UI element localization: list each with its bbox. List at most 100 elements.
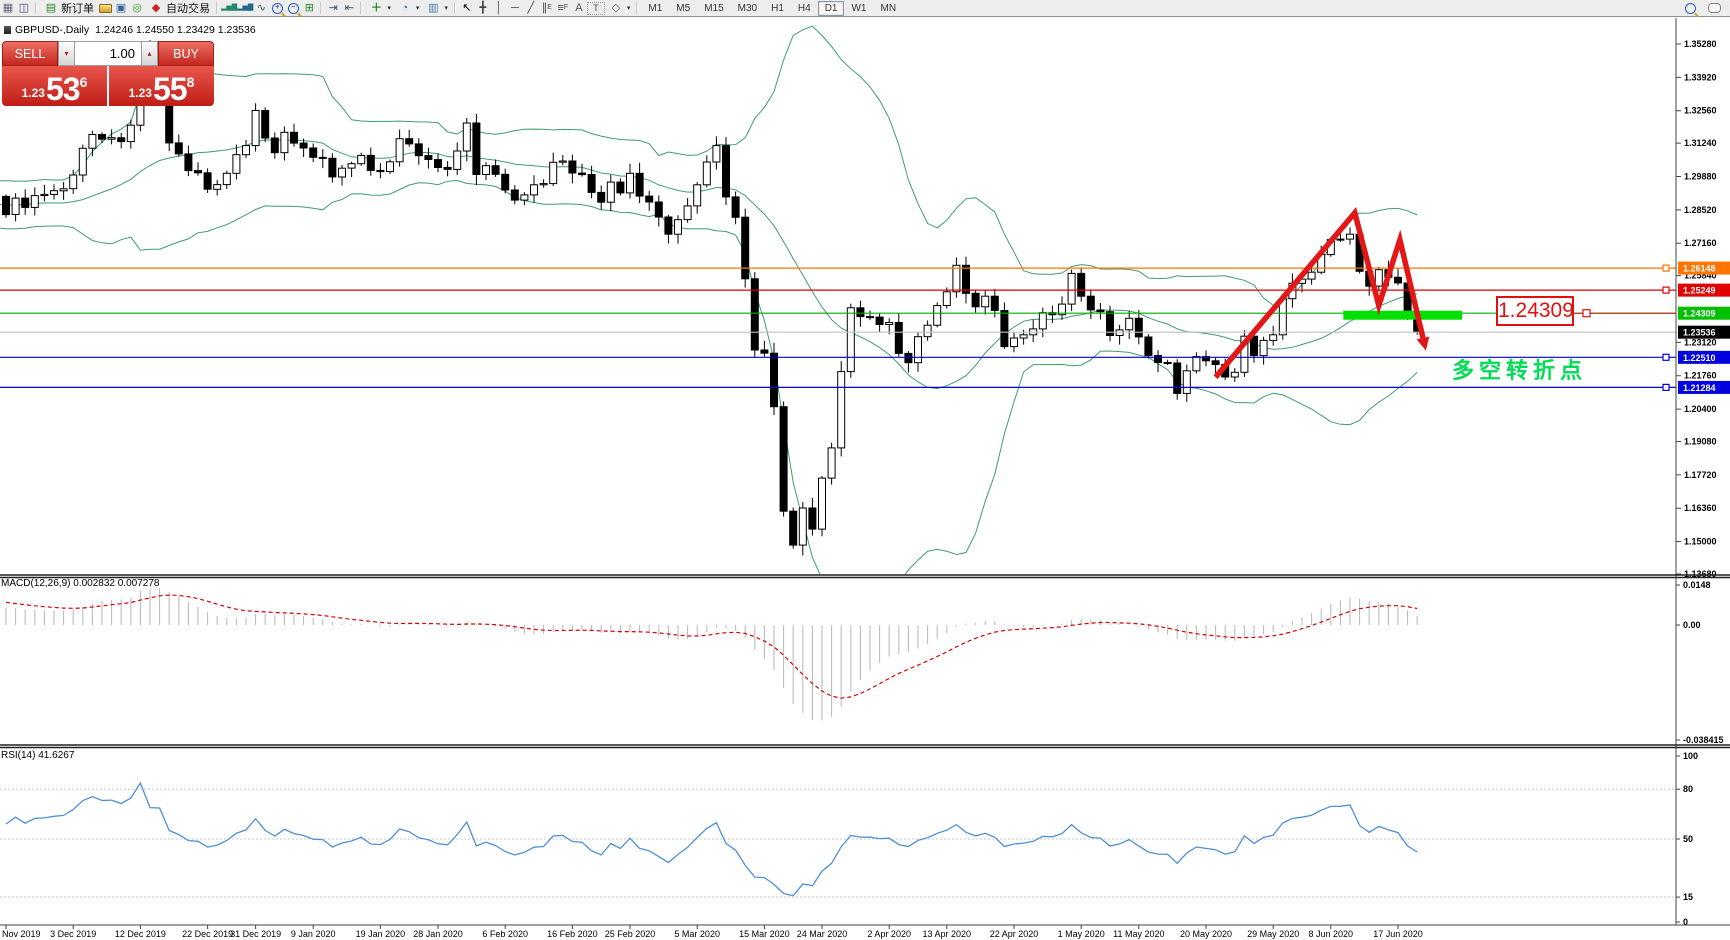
separator: [35, 2, 37, 14]
chart-symbol-icon: [4, 26, 11, 34]
timeframe-M1[interactable]: M1: [641, 1, 669, 16]
separator: [320, 2, 322, 14]
macd-tick: 0.00: [1683, 620, 1701, 630]
date-tick: 9 Jan 2020: [291, 929, 336, 939]
market-watch-icon[interactable]: ◫: [16, 1, 32, 15]
timeframe-D1[interactable]: D1: [818, 1, 845, 16]
auto-trading-label: 自动交易: [166, 0, 210, 16]
search-icon[interactable]: [1682, 1, 1698, 15]
date-tick: 24 Mar 2020: [797, 929, 848, 939]
crosshair-icon[interactable]: ╋: [475, 1, 491, 15]
clock-icon: ◔: [397, 1, 413, 15]
one-click-trading-panel: SELL ▾ ▴ BUY 1.23 53 6 1.23 55 8: [2, 41, 214, 106]
price-tick: 1.23120: [1684, 337, 1717, 347]
date-tick: 17 Jun 2020: [1373, 929, 1423, 939]
vertical-line-icon[interactable]: │: [491, 1, 507, 15]
volume-input[interactable]: [75, 41, 141, 66]
date-tick: 5 Mar 2020: [674, 929, 720, 939]
tile-windows-icon[interactable]: ⊞: [301, 1, 317, 15]
channel-icon[interactable]: ∥E: [539, 1, 555, 15]
timeframe-H4[interactable]: H4: [791, 1, 818, 16]
terminal-icon[interactable]: ▣: [113, 1, 129, 15]
chart-window-icon[interactable]: ▦: [0, 1, 16, 15]
date-tick: 6 Feb 2020: [482, 929, 528, 939]
bar-chart-up-icon[interactable]: ▂▅▇: [237, 1, 253, 15]
date-tick: Nov 2019: [2, 929, 41, 939]
sell-price-pip: 6: [80, 76, 88, 88]
buy-price[interactable]: 1.23 55 8: [109, 66, 214, 106]
chart-area: 1.352801.339201.325601.312401.298801.285…: [0, 17, 1730, 940]
trendline-icon[interactable]: ╱: [523, 1, 539, 15]
chart-title-symbol: GBPUSD-,Daily: [15, 24, 89, 36]
volume-increase-button[interactable]: ▴: [141, 41, 158, 66]
price-callout[interactable]: 1.24309: [1496, 296, 1574, 326]
auto-trading-icon: ◆: [148, 1, 164, 15]
add-indicator-button[interactable]: ＋▾: [365, 1, 394, 16]
chart-type-button[interactable]: ▥▾: [422, 1, 451, 16]
timeframe-toolbar: M1M5M15M30H1H4D1W1MN: [641, 1, 903, 16]
fibonacci-icon[interactable]: ≡F: [555, 1, 571, 15]
date-tick: 11 May 2020: [1113, 929, 1164, 939]
new-order-button[interactable]: ▤ 新订单: [40, 1, 97, 16]
gold-icon[interactable]: [97, 1, 113, 15]
price-badge: 1.22510: [1683, 353, 1716, 363]
sell-price[interactable]: 1.23 53 6: [2, 66, 107, 106]
price-tick: 1.15000: [1684, 537, 1717, 547]
zoom-out-icon[interactable]: −: [285, 1, 301, 15]
buy-button[interactable]: BUY: [158, 41, 214, 66]
chart-shift-icon[interactable]: ⇤: [341, 1, 357, 15]
volume-decrease-button[interactable]: ▾: [58, 41, 75, 66]
timeframe-M15[interactable]: M15: [697, 1, 730, 16]
date-tick: 12 Dec 2019: [115, 929, 166, 939]
signal-icon[interactable]: ◎: [129, 1, 145, 15]
zoom-in-icon[interactable]: +: [269, 1, 285, 15]
rsi-tick: 100: [1683, 751, 1698, 761]
price-tick: 1.31240: [1684, 138, 1717, 148]
arrows-icon: ◇: [608, 1, 624, 15]
support-bar[interactable]: [1343, 311, 1462, 320]
price-tick: 1.19080: [1684, 437, 1717, 447]
chat-icon[interactable]: [1706, 1, 1722, 15]
timeframe-M30[interactable]: M30: [731, 1, 764, 16]
text-icon[interactable]: A: [571, 1, 587, 15]
timeframe-H1[interactable]: H1: [764, 1, 791, 16]
date-tick: 8 Jun 2020: [1309, 929, 1354, 939]
date-tick: 16 Feb 2020: [547, 929, 598, 939]
price-tick: 1.16360: [1684, 503, 1717, 513]
date-tick: 3 Dec 2019: [50, 929, 96, 939]
line-study-icon[interactable]: ∿: [253, 1, 269, 15]
rsi-tick: 50: [1683, 834, 1693, 844]
macd-tick: 0.0148: [1683, 580, 1711, 590]
buy-price-big: 55: [153, 75, 187, 103]
auto-trading-button[interactable]: ◆ 自动交易: [145, 1, 213, 16]
timeframe-M5[interactable]: M5: [669, 1, 697, 16]
timeframe-W1[interactable]: W1: [844, 1, 873, 16]
price-tick: 1.27160: [1684, 238, 1717, 248]
price-badge: 1.23536: [1683, 328, 1716, 338]
price-badge: 1.26148: [1683, 264, 1716, 274]
auto-scroll-icon[interactable]: ⇥: [325, 1, 341, 15]
mt4-window: ▦ ◫ ▤ 新订单 ▣ ◎ ◆ 自动交易 ▂▅▇ ▂▅▇ ∿ + − ⊞ ⇥ ⇤…: [0, 0, 1730, 940]
text-label-icon[interactable]: T: [587, 2, 605, 15]
sell-button[interactable]: SELL: [2, 41, 58, 66]
horizontal-line-icon[interactable]: ─: [507, 1, 523, 15]
cursor-icon[interactable]: ↖: [459, 1, 475, 15]
date-tick: 22 Apr 2020: [990, 929, 1039, 939]
price-tick: 1.21760: [1684, 371, 1717, 381]
main-toolbar: ▦ ◫ ▤ 新订单 ▣ ◎ ◆ 自动交易 ▂▅▇ ▂▅▇ ∿ + − ⊞ ⇥ ⇤…: [0, 0, 1730, 17]
add-indicator-icon: ＋: [368, 1, 384, 15]
arrows-button[interactable]: ◇▾: [605, 1, 634, 16]
price-tick: 1.32560: [1684, 106, 1717, 116]
price-badge: 1.24309: [1683, 309, 1716, 319]
price-tick: 1.20400: [1684, 404, 1717, 414]
date-tick: 13 Apr 2020: [923, 929, 972, 939]
date-tick: 31 Dec 2019: [230, 929, 281, 939]
price-badge: 1.25249: [1683, 286, 1716, 296]
buy-price-pip: 8: [187, 76, 195, 88]
timeframe-MN[interactable]: MN: [873, 1, 903, 16]
bar-chart-icon[interactable]: ▂▅▇: [221, 1, 237, 15]
annotation-note[interactable]: 多空转折点: [1452, 353, 1587, 385]
date-tick: 25 Feb 2020: [605, 929, 656, 939]
period-button[interactable]: ◔▾: [394, 1, 423, 16]
chart-canvas[interactable]: 1.352801.339201.325601.312401.298801.285…: [0, 0, 1730, 940]
